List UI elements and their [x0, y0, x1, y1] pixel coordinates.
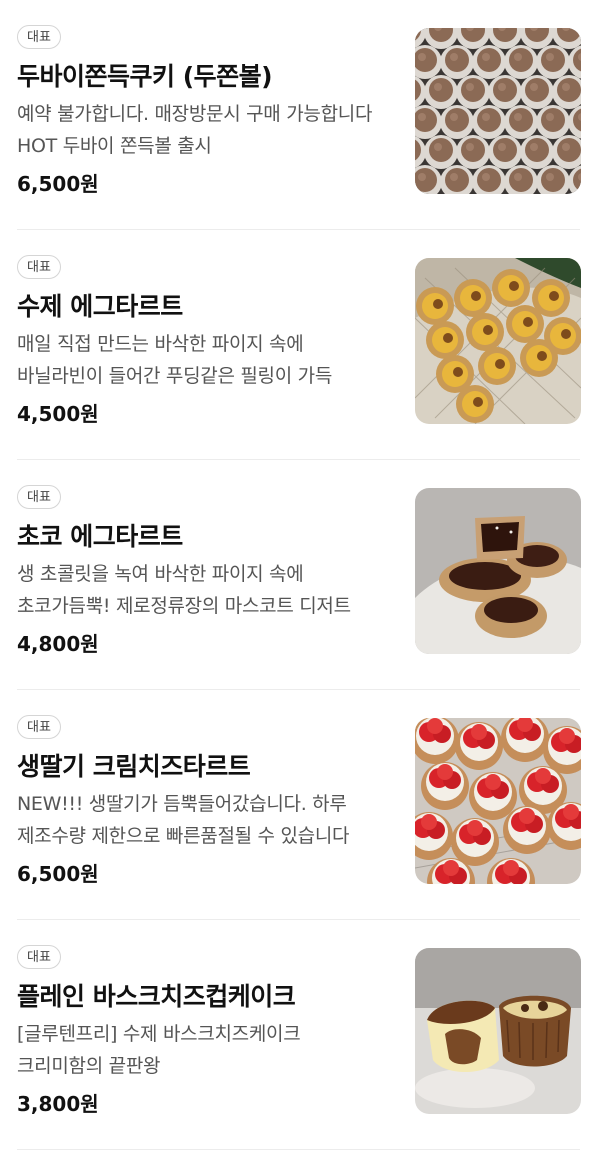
basque-cheesecake-photo[interactable]	[415, 948, 581, 1114]
choco-tart-photo[interactable]	[415, 488, 581, 654]
strawberry-tart-photo[interactable]	[415, 718, 581, 884]
menu-item[interactable]: 대표 초코 에그타르트 생 초콜릿을 녹여 바삭한 파이지 속에 초코가듬뿍! …	[0, 460, 596, 690]
egg-tart-photo[interactable]	[415, 258, 581, 424]
menu-item-price: 3,800원	[17, 1092, 99, 1116]
menu-item[interactable]: 대표 두바이쫀득쿠키 (두쫀볼) 예약 불가합니다. 매장방문시 구매 가능합니…	[0, 0, 596, 230]
menu-item-price: 4,500원	[17, 402, 99, 426]
signature-badge: 대표	[17, 945, 61, 969]
menu-item-description: [글루텐프리] 수제 바스크치즈케이크 크리미함의 끝판왕	[17, 1023, 301, 1077]
cocoa-ball-cookies-photo[interactable]	[415, 28, 581, 194]
menu-item-name: 초코 에그타르트	[17, 522, 183, 551]
menu-item-name: 수제 에그타르트	[17, 292, 183, 321]
signature-badge: 대표	[17, 715, 61, 739]
menu-item-name: 생딸기 크림치즈타르트	[17, 752, 251, 781]
menu-item[interactable]: 대표 수제 에그타르트 매일 직접 만드는 바삭한 파이지 속에 바닐라빈이 들…	[0, 230, 596, 460]
menu-item-description: 예약 불가합니다. 매장방문시 구매 가능합니다 HOT 두바이 쫀득볼 출시	[17, 103, 373, 157]
signature-badge: 대표	[17, 25, 61, 49]
menu-item-price: 6,500원	[17, 862, 99, 886]
menu-list: 대표 두바이쫀득쿠키 (두쫀볼) 예약 불가합니다. 매장방문시 구매 가능합니…	[0, 0, 596, 1150]
menu-item-description: 매일 직접 만드는 바삭한 파이지 속에 바닐라빈이 들어간 푸딩같은 필링이 …	[17, 333, 333, 387]
menu-item[interactable]: 대표 플레인 바스크치즈컵케이크 [글루텐프리] 수제 바스크치즈케이크 크리미…	[0, 920, 596, 1150]
menu-item-description: 생 초콜릿을 녹여 바삭한 파이지 속에 초코가듬뿍! 제로정류장의 마스코트 …	[17, 563, 351, 617]
menu-item-description: NEW!!! 생딸기가 듬뿍들어갔습니다. 하루 제조수량 제한으로 빠른품절될…	[17, 793, 350, 847]
menu-item-name: 플레인 바스크치즈컵케이크	[17, 982, 296, 1011]
signature-badge: 대표	[17, 255, 61, 279]
menu-item-price: 6,500원	[17, 172, 99, 196]
menu-item[interactable]: 대표 생딸기 크림치즈타르트 NEW!!! 생딸기가 듬뿍들어갔습니다. 하루 …	[0, 690, 596, 920]
menu-item-price: 4,800원	[17, 632, 99, 656]
menu-item-name: 두바이쫀득쿠키 (두쫀볼)	[17, 62, 273, 91]
signature-badge: 대표	[17, 485, 61, 509]
